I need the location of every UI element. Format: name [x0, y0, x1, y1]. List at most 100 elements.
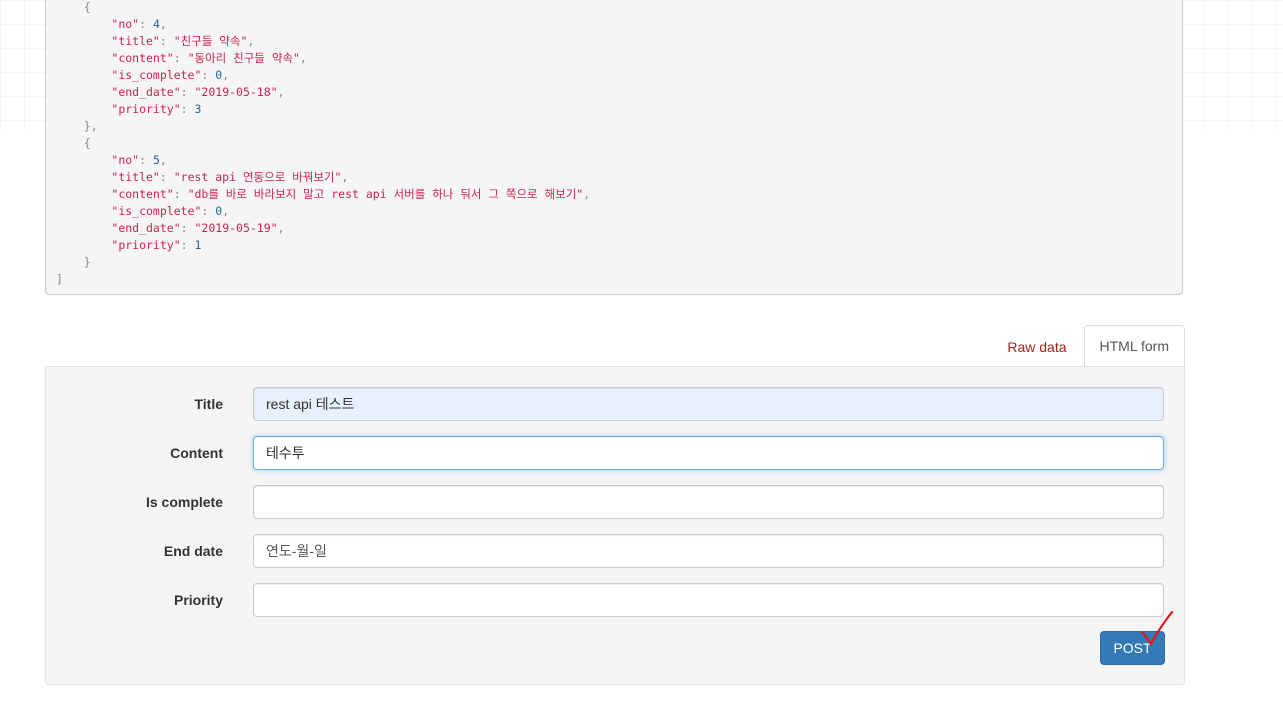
response-token: 3: [194, 102, 202, 116]
response-token: ,: [159, 17, 167, 31]
response-token: [56, 34, 111, 48]
form-row-priority: Priority: [46, 583, 1184, 617]
response-token: [56, 221, 111, 235]
response-token: [56, 51, 111, 65]
response-token: :: [159, 170, 174, 184]
response-token: :: [173, 51, 188, 65]
response-token: ]: [56, 272, 63, 286]
response-line: "title": "rest api 연동으로 바꿔보기",: [56, 169, 1172, 186]
response-token: "no": [111, 17, 140, 31]
response-token: ,: [247, 34, 255, 48]
response-token: ,: [277, 221, 285, 235]
response-token: "title": [111, 170, 160, 184]
response-token: [56, 153, 111, 167]
response-token: }: [56, 255, 91, 269]
response-line: "content": "동아리 친구들 약속",: [56, 50, 1172, 67]
title-input[interactable]: [253, 387, 1164, 421]
response-token: ,: [341, 170, 349, 184]
response-token: ,: [222, 204, 230, 218]
response-token: :: [173, 187, 188, 201]
response-token: :: [201, 68, 216, 82]
form-row-is-complete: Is complete: [46, 485, 1184, 519]
response-token: [56, 204, 111, 218]
response-token: "2019-05-19": [194, 221, 278, 235]
response-token: [56, 187, 111, 201]
response-token: :: [139, 153, 153, 167]
response-token: "친구들 약속": [173, 34, 248, 48]
response-token: :: [139, 17, 153, 31]
response-line: ]: [56, 271, 1172, 288]
response-token: "priority": [111, 238, 181, 252]
response-token: },: [56, 119, 98, 133]
response-token: [56, 238, 111, 252]
form-row-title: Title: [46, 387, 1184, 421]
response-token: ,: [222, 68, 230, 82]
response-line: "end_date": "2019-05-18",: [56, 84, 1172, 101]
response-line: "priority": 1: [56, 237, 1172, 254]
response-token: [56, 170, 111, 184]
response-line: "no": 4,: [56, 16, 1172, 33]
response-token: ,: [583, 187, 591, 201]
response-token: "content": [111, 187, 174, 201]
end-date-label: End date: [163, 543, 223, 559]
response-token: ,: [277, 85, 285, 99]
response-token: "end_date": [111, 85, 181, 99]
response-token: "2019-05-18": [194, 85, 278, 99]
response-token: {: [56, 136, 91, 150]
response-token: :: [180, 238, 195, 252]
priority-input[interactable]: [253, 583, 1164, 617]
response-token: "title": [111, 34, 160, 48]
is-complete-label: Is complete: [145, 494, 223, 510]
response-line: {: [56, 135, 1172, 152]
background-grid-left: [0, 0, 45, 130]
form-row-end-date: End date: [46, 534, 1184, 568]
post-button[interactable]: POST: [1100, 631, 1165, 665]
response-line: {: [56, 0, 1172, 16]
response-token: "db를 바로 바라보지 말고 rest api 서버를 하나 둬서 그 쪽으로…: [187, 187, 584, 201]
response-token: "is_complete": [111, 68, 202, 82]
response-line: "no": 5,: [56, 152, 1172, 169]
form-tabs: Raw data HTML form: [992, 325, 1185, 367]
response-token: "동아리 친구들 약속": [187, 51, 300, 65]
response-token: 4: [152, 17, 160, 31]
response-line: "title": "친구들 약속",: [56, 33, 1172, 50]
end-date-input[interactable]: [253, 534, 1164, 568]
response-content: { "no": 4, "title": "친구들 약속", "content":…: [45, 0, 1183, 295]
response-token: :: [180, 221, 195, 235]
response-token: "no": [111, 153, 140, 167]
response-line: "is_complete": 0,: [56, 67, 1172, 84]
tab-raw-data[interactable]: Raw data: [992, 326, 1081, 367]
is-complete-input[interactable]: [253, 485, 1164, 519]
response-token: "priority": [111, 102, 181, 116]
response-token: ,: [299, 51, 307, 65]
response-token: 1: [194, 238, 202, 252]
content-input[interactable]: [253, 436, 1164, 470]
response-line: "priority": 3: [56, 101, 1172, 118]
priority-label: Priority: [173, 592, 223, 608]
title-label: Title: [194, 396, 223, 412]
response-token: [56, 68, 111, 82]
response-token: ,: [159, 153, 167, 167]
response-token: [56, 102, 111, 116]
response-line: },: [56, 118, 1172, 135]
response-token: :: [201, 204, 216, 218]
form-row-content: Content: [46, 436, 1184, 470]
content-label: Content: [170, 445, 223, 461]
html-form: Title Content Is complete End date Prior…: [45, 366, 1185, 685]
response-token: "end_date": [111, 221, 181, 235]
response-token: [56, 17, 111, 31]
tab-html-form[interactable]: HTML form: [1083, 325, 1185, 367]
response-token: "is_complete": [111, 204, 202, 218]
response-line: "end_date": "2019-05-19",: [56, 220, 1172, 237]
response-line: }: [56, 254, 1172, 271]
response-token: 5: [152, 153, 160, 167]
response-token: :: [180, 102, 195, 116]
response-token: :: [180, 85, 195, 99]
response-token: "rest api 연동으로 바꿔보기": [173, 170, 342, 184]
response-token: "content": [111, 51, 174, 65]
response-line: "is_complete": 0,: [56, 203, 1172, 220]
response-token: :: [159, 34, 174, 48]
response-token: [56, 85, 111, 99]
response-token: {: [56, 0, 91, 14]
response-line: "content": "db를 바로 바라보지 말고 rest api 서버를 …: [56, 186, 1172, 203]
